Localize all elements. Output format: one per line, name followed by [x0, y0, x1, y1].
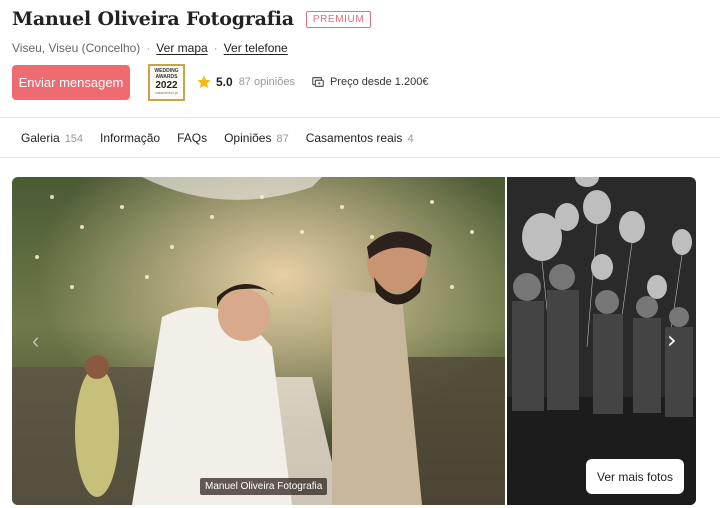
- premium-badge: PREMIUM: [305, 10, 372, 28]
- tab-label: Opiniões: [224, 131, 272, 145]
- location-row: Viseu, Viseu (Concelho) · Ver mapa · Ver…: [12, 41, 288, 55]
- price-text: Preço desde 1.200€: [329, 76, 429, 88]
- star-icon: [197, 75, 211, 89]
- tab-informacao[interactable]: Informação: [100, 131, 160, 145]
- tab-label: Galeria: [21, 131, 60, 145]
- award-line-2: AWARDS: [155, 73, 178, 80]
- vendor-name: Manuel Oliveira Fotografia: [12, 8, 294, 30]
- view-phone-link[interactable]: Ver telefone: [224, 41, 288, 55]
- price-tag-icon: [312, 77, 324, 87]
- tab-label: Casamentos reais: [305, 131, 403, 145]
- tab-faqs[interactable]: FAQs: [177, 131, 207, 145]
- tab-count: 154: [64, 133, 84, 145]
- rating-value: 5.0: [216, 75, 233, 89]
- photo-gallery: Manuel Oliveira Fotografia ‹ › Ver mais …: [12, 177, 696, 505]
- tab-label: FAQs: [177, 131, 208, 145]
- view-more-photos-button[interactable]: Ver mais fotos: [586, 459, 684, 494]
- tab-count: 4: [407, 133, 414, 145]
- tab-opinioes[interactable]: Opiniões 87: [224, 131, 289, 145]
- send-message-button[interactable]: Enviar mensagem: [12, 64, 130, 100]
- photo-caption: Manuel Oliveira Fotografia: [200, 478, 328, 495]
- section-tabs: Galeria 154 Informação FAQs Opiniões 87 Ca…: [21, 131, 431, 145]
- vendor-header: Manuel Oliveira Fotografia PREMIUM: [12, 6, 372, 32]
- wedding-ceremony-image: [12, 177, 505, 505]
- award-site: casamentos.pt: [155, 90, 178, 95]
- award-year: 2022: [155, 79, 178, 91]
- view-map-link[interactable]: Ver mapa: [156, 41, 207, 55]
- tab-count: 87: [276, 133, 289, 145]
- tab-galeria[interactable]: Galeria 154: [21, 131, 83, 145]
- wedding-awards-badge: WEDDING AWARDS 2022 casamentos.pt: [148, 63, 185, 101]
- main-photo[interactable]: [12, 177, 505, 505]
- award-line-1: WEDDING: [154, 67, 179, 74]
- action-row: Enviar mensagem WEDDING AWARDS 2022 casa…: [12, 63, 429, 101]
- tab-casamentos-reais[interactable]: Casamentos reais 4: [306, 131, 414, 145]
- chevron-right-icon[interactable]: ›: [667, 328, 677, 352]
- divider: [0, 157, 720, 158]
- tab-label: Informação: [100, 131, 161, 145]
- separator-dot: ·: [146, 41, 151, 55]
- separator-dot: ·: [213, 41, 218, 55]
- location-text: Viseu, Viseu (Concelho): [12, 41, 141, 55]
- reviews-count[interactable]: 87 opiniões: [239, 76, 295, 88]
- chevron-left-icon[interactable]: ‹: [32, 330, 39, 352]
- divider: [0, 117, 720, 118]
